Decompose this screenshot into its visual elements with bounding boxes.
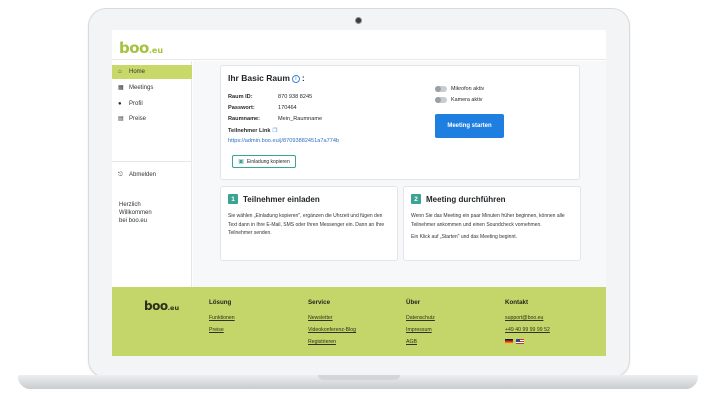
step-card-invite: 1 Teilnehmer einladen Sie wählen „Einlad… <box>220 186 398 261</box>
brand-logo[interactable]: boo.eu <box>119 39 163 57</box>
sidebar-item-meetings[interactable]: ▦ Meetings <box>112 81 192 95</box>
step-header: 2 Meeting durchführen <box>411 194 506 204</box>
welcome-line: Herzlich <box>119 202 141 208</box>
top-bar: boo.eu <box>112 30 606 60</box>
step-paragraph: Wenn Sie das Meeting ein paar Minuten fr… <box>411 213 565 228</box>
password-value: 170464 <box>278 105 297 111</box>
footer-link-phone[interactable]: +49 40 99 99 99 52 <box>505 327 550 333</box>
participant-link-label: Teilnehmer Link ❐ <box>228 128 278 134</box>
welcome-message: Herzlich Willkommen bei boo.eu <box>119 201 179 225</box>
logout-icon: ⎋ <box>118 172 123 178</box>
footer-link-registrieren[interactable]: Registrieren <box>308 339 356 345</box>
room-title-suffix: : <box>301 73 305 83</box>
sidebar-item-label: Preise <box>129 116 147 122</box>
english-flag-icon[interactable] <box>516 339 524 344</box>
room-title: Ihr Basic Raum i: <box>228 73 305 83</box>
footer-heading: Kontakt <box>505 299 529 306</box>
footer-heading: Service <box>308 299 331 306</box>
welcome-line: Willkommen <box>119 210 152 216</box>
sidebar-item-profil[interactable]: ● Profil <box>112 97 192 111</box>
participant-link[interactable]: https://admin.boo.eu/j/87093882451a7a774… <box>228 138 339 144</box>
clipboard-icon: ▣ <box>238 159 244 165</box>
sidebar-item-label: Profil <box>129 101 143 107</box>
copy-invitation-label: Einladung kopieren <box>246 158 290 165</box>
sidebar-item-home[interactable]: ⌂ Home <box>112 65 192 79</box>
document-icon: ▤ <box>118 116 124 122</box>
welcome-line: bei boo.eu <box>119 218 148 224</box>
footer-link-datenschutz[interactable]: Datenschutz <box>406 315 435 321</box>
language-switcher <box>505 339 550 344</box>
room-card: Ihr Basic Raum i: Raum ID: 870 938 8245 P… <box>220 65 580 180</box>
laptop-base-notch <box>318 375 400 380</box>
microphone-toggle-row[interactable]: Mikrofon aktiv <box>435 86 484 92</box>
step-title: Teilnehmer einladen <box>243 194 320 204</box>
footer-link-email[interactable]: support@boo.eu <box>505 315 550 321</box>
room-name-value: Mein_Raumname <box>278 116 323 122</box>
step-number-badge: 2 <box>411 194 421 204</box>
footer-link-blog[interactable]: Videokonferenz-Blog <box>308 327 356 333</box>
german-flag-icon[interactable] <box>505 339 513 344</box>
footer-logo[interactable]: boo.eu <box>144 299 179 313</box>
footer-column-kontakt: Kontakt support@boo.eu +49 40 99 99 99 5… <box>505 299 550 344</box>
footer-link-agb[interactable]: AGB <box>406 339 435 345</box>
room-name-label: Raumname: <box>228 116 261 122</box>
footer-column-ueber: Über Datenschutz Impressum AGB <box>406 299 435 351</box>
step-paragraph: Sie wählen „Einladung kopieren", ergänze… <box>228 213 385 236</box>
logout-label: Abmelden <box>129 172 157 178</box>
footer: boo.eu Lösung Funktionen Preise Service … <box>112 287 606 356</box>
main-content: Ihr Basic Raum i: Raum ID: 870 938 8245 P… <box>193 61 606 287</box>
step-header: 1 Teilnehmer einladen <box>228 194 320 204</box>
info-icon[interactable]: i <box>291 75 300 83</box>
camera-toggle-label: Kamera aktiv <box>451 97 483 103</box>
step-title: Meeting durchführen <box>426 194 506 204</box>
sidebar-item-label: Meetings <box>129 85 154 91</box>
room-id-label: Raum ID: <box>228 94 253 100</box>
user-icon: ● <box>118 101 122 107</box>
camera-toggle-row[interactable]: Kamera aktiv <box>435 97 482 103</box>
footer-link-funktionen[interactable]: Funktionen <box>209 315 235 321</box>
logout-button[interactable]: ⎋ Abmelden <box>112 168 192 182</box>
sidebar: ⌂ Home ▦ Meetings ● Profil ▤ Preise ⎋ Ab… <box>112 61 192 287</box>
microphone-toggle[interactable] <box>435 86 447 92</box>
step-number-badge: 1 <box>228 194 238 204</box>
room-title-text: Ihr Basic Raum <box>228 73 290 83</box>
step-card-run-meeting: 2 Meeting durchführen Wenn Sie das Meeti… <box>403 186 581 261</box>
copy-invitation-button[interactable]: ▣ Einladung kopieren <box>232 155 296 168</box>
footer-column-loesung: Lösung Funktionen Preise <box>209 299 235 339</box>
calendar-icon: ▦ <box>118 85 124 91</box>
step-description: Sie wählen „Einladung kopieren", ergänze… <box>228 212 392 238</box>
camera-toggle[interactable] <box>435 97 447 103</box>
step-description: Wenn Sie das Meeting ein paar Minuten fr… <box>411 212 575 242</box>
sidebar-item-label: Home <box>129 69 146 75</box>
start-meeting-button[interactable]: Meeting starten <box>435 114 504 138</box>
step-paragraph: Ein Klick auf „Starten" und das Meeting … <box>411 234 518 240</box>
sidebar-divider <box>112 161 192 162</box>
footer-heading: Lösung <box>209 299 232 306</box>
room-id-value: 870 938 8245 <box>278 94 313 100</box>
copy-icon[interactable]: ❐ <box>272 128 277 134</box>
sidebar-item-preise[interactable]: ▤ Preise <box>112 112 192 126</box>
participant-link-label-text: Teilnehmer Link <box>228 128 271 134</box>
footer-column-service: Service Newsletter Videokonferenz-Blog R… <box>308 299 356 351</box>
footer-link-impressum[interactable]: Impressum <box>406 327 435 333</box>
footer-link-preise[interactable]: Preise <box>209 327 235 333</box>
footer-heading: Über <box>406 299 421 306</box>
password-label: Passwort: <box>228 105 255 111</box>
home-icon: ⌂ <box>118 69 122 75</box>
microphone-toggle-label: Mikrofon aktiv <box>451 86 485 92</box>
laptop-screen: boo.eu ⌂ Home ▦ Meetings ● Profil ▤ Prei… <box>112 30 606 356</box>
webcam <box>355 17 362 24</box>
footer-link-newsletter[interactable]: Newsletter <box>308 315 356 321</box>
